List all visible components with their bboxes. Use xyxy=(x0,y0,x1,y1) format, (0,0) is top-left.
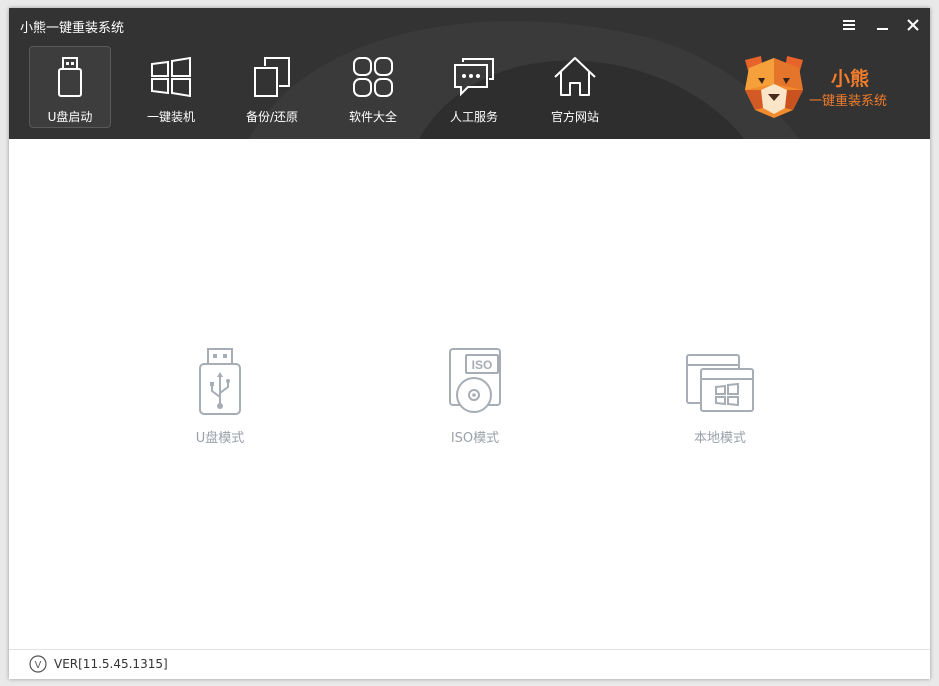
app-title: 小熊一键重装系统 xyxy=(20,21,125,36)
mode-selection-area: U盘模式 ISO ISO模式 本地模式 xyxy=(9,139,930,649)
close-button[interactable] xyxy=(902,14,924,36)
version-icon-letter: V xyxy=(35,660,42,671)
nav-item-official-site[interactable]: 官方网站 xyxy=(534,46,616,128)
nav-item-one-click-install[interactable]: 一键装机 xyxy=(130,46,212,128)
usb-icon xyxy=(199,348,241,415)
usb-mode-option[interactable]: U盘模式 xyxy=(160,347,280,446)
nav-label: U盘启动 xyxy=(47,110,93,124)
bear-logo-icon xyxy=(745,56,803,118)
nav-item-software[interactable]: 软件大全 xyxy=(332,46,414,128)
nav-label: 人工服务 xyxy=(449,110,498,124)
nav-item-backup-restore[interactable]: 备份/还原 xyxy=(231,46,313,128)
menu-button[interactable] xyxy=(838,14,860,36)
apps-grid-icon xyxy=(353,57,393,97)
mode-label: 本地模式 xyxy=(693,431,746,446)
brand-logo: 小熊 一键重装系统 xyxy=(739,48,909,128)
minimize-button[interactable] xyxy=(871,14,893,36)
home-icon xyxy=(554,57,596,96)
usb-drive-icon xyxy=(58,57,82,97)
local-windows-icon xyxy=(686,354,754,412)
header-bar: 小熊一键重装系统 U盘启动 一键装机 备份/还原 软件大全 人工服务 官方网站 … xyxy=(9,8,930,139)
brand-name: 小熊 xyxy=(831,68,870,90)
iso-text: ISO xyxy=(472,358,493,372)
brand-slogan: 一键重装系统 xyxy=(809,94,888,109)
mode-label: ISO模式 xyxy=(450,431,500,446)
copy-icon xyxy=(254,57,290,97)
status-bar: V VER[11.5.45.1315] xyxy=(9,649,930,679)
nav-label: 一键装机 xyxy=(146,110,195,124)
local-mode-option[interactable]: 本地模式 xyxy=(660,347,780,446)
version-text: VER[11.5.45.1315] xyxy=(54,657,168,671)
chat-bubbles-icon xyxy=(454,58,494,97)
version-icon: V xyxy=(29,655,47,673)
nav-label: 软件大全 xyxy=(348,110,397,124)
close-icon xyxy=(907,19,919,31)
main-nav: U盘启动 一键装机 备份/还原 软件大全 人工服务 官方网站 xyxy=(29,46,635,128)
mode-label: U盘模式 xyxy=(195,431,245,446)
menu-icon xyxy=(843,20,855,30)
nav-label: 备份/还原 xyxy=(245,110,299,124)
nav-item-customer-service[interactable]: 人工服务 xyxy=(433,46,515,128)
iso-mode-option[interactable]: ISO ISO模式 xyxy=(415,347,535,446)
minimize-icon xyxy=(877,28,888,30)
nav-item-usb-boot[interactable]: U盘启动 xyxy=(29,46,111,128)
app-window: 小熊一键重装系统 U盘启动 一键装机 备份/还原 软件大全 人工服务 官方网站 … xyxy=(9,8,930,679)
iso-disc-icon: ISO xyxy=(449,348,501,413)
nav-label: 官方网站 xyxy=(550,110,599,124)
windows-icon xyxy=(151,56,191,98)
